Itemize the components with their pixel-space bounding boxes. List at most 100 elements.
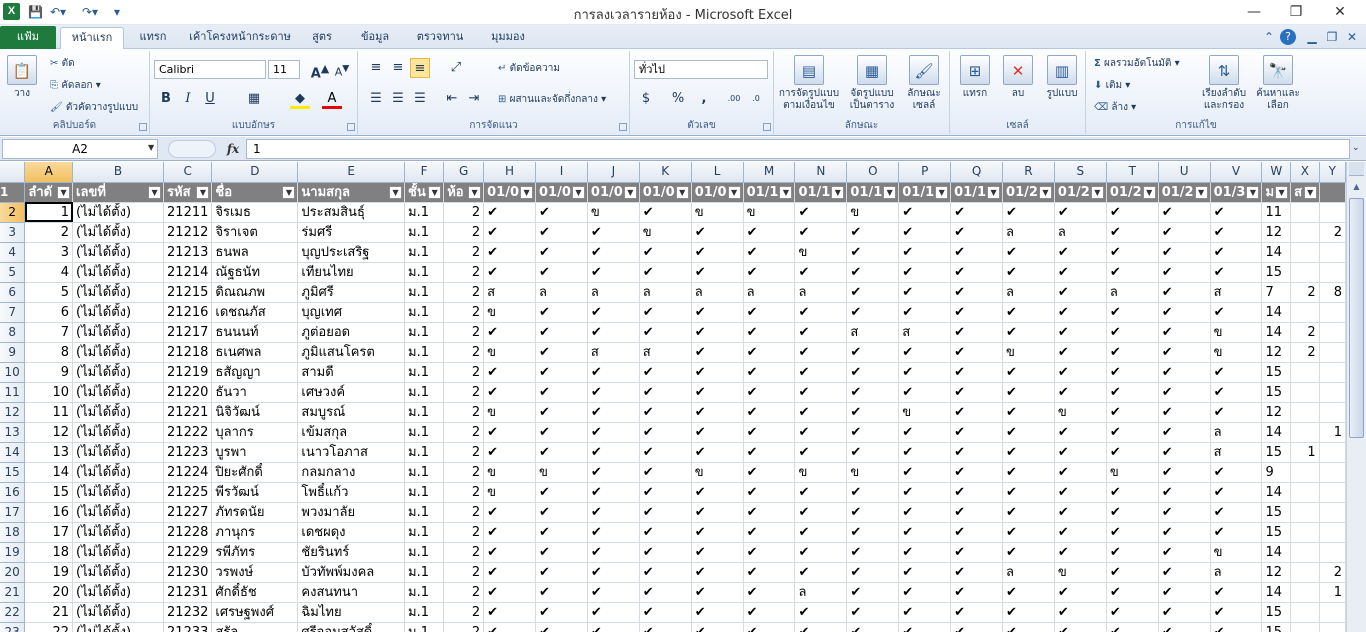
attendance-cell[interactable]: ✔ [639, 322, 692, 343]
tab-page-layout[interactable]: เค้าโครงหน้ากระดาษ [184, 27, 296, 49]
attendance-cell[interactable]: ✔ [483, 362, 537, 383]
cell[interactable]: 9 [24, 362, 74, 383]
attendance-cell[interactable]: ข [1210, 342, 1263, 363]
attendance-cell[interactable]: ล [691, 282, 744, 303]
attendance-cell[interactable]: ✔ [846, 342, 900, 363]
attendance-cell[interactable]: ✔ [587, 582, 640, 603]
table-header-cell[interactable]: 01/0 ▼ [535, 182, 588, 203]
column-header[interactable]: N [794, 162, 848, 183]
table-header-cell[interactable]: ชื่อ ▼ [211, 182, 299, 203]
attendance-cell[interactable]: ✔ [535, 542, 588, 563]
row-header[interactable]: 11 [0, 382, 26, 403]
attendance-cell[interactable]: ✔ [1158, 602, 1211, 623]
cell[interactable]: บุญเทศ [297, 302, 406, 323]
cell[interactable]: พีรวัฒน์ [211, 482, 299, 503]
attendance-cell[interactable]: ✔ [1106, 442, 1159, 463]
attendance-cell[interactable]: ✔ [535, 222, 588, 243]
attendance-cell[interactable]: ✔ [639, 542, 692, 563]
cell[interactable]: (ไม่ได้ตั้ง) [72, 462, 165, 483]
attendance-cell[interactable]: ✔ [639, 262, 692, 283]
attendance-cell[interactable]: ล [1054, 222, 1107, 243]
cell[interactable] [1319, 462, 1346, 483]
cell[interactable] [1290, 522, 1320, 543]
attendance-cell[interactable]: ✔ [1158, 202, 1211, 223]
cell[interactable]: ณัฐธนัท [211, 262, 299, 283]
attendance-cell[interactable]: ส [1210, 282, 1263, 303]
cell[interactable]: 20 [24, 582, 74, 603]
cell[interactable]: 12 [1261, 562, 1292, 583]
attendance-cell[interactable]: ✔ [1106, 542, 1159, 563]
column-header[interactable]: T [1106, 162, 1159, 183]
attendance-cell[interactable]: ✔ [950, 302, 1004, 323]
attendance-cell[interactable]: ✔ [1210, 502, 1263, 523]
attendance-cell[interactable]: ✔ [1002, 262, 1055, 283]
row-header[interactable]: 18 [0, 522, 26, 543]
cell[interactable]: เนาวโอภาส [297, 442, 406, 463]
decrease-decimal-icon[interactable]: .0 [746, 89, 766, 109]
column-header[interactable]: A [24, 162, 74, 183]
cell[interactable]: (ไม่ได้ตั้ง) [72, 202, 165, 223]
attendance-cell[interactable]: ✔ [898, 622, 952, 632]
filter-dropdown-icon[interactable]: ▼ [727, 185, 741, 199]
attendance-cell[interactable]: ✔ [483, 202, 537, 223]
attendance-cell[interactable]: ข [483, 402, 537, 423]
attendance-cell[interactable]: ✔ [535, 602, 588, 623]
cell[interactable]: ม.1 [404, 382, 445, 403]
attendance-cell[interactable]: ✔ [1210, 362, 1263, 383]
font-launcher-icon[interactable] [347, 123, 355, 131]
attendance-cell[interactable]: ส [1210, 442, 1263, 463]
attendance-cell[interactable]: ✔ [743, 622, 796, 632]
cell[interactable]: 2 [443, 562, 485, 583]
attendance-cell[interactable]: ✔ [535, 442, 588, 463]
select-all-corner[interactable] [0, 162, 26, 183]
table-header-cell[interactable]: ส ▼ [1290, 182, 1320, 203]
attendance-cell[interactable]: ✔ [743, 522, 796, 543]
cell[interactable]: บุลากร [211, 422, 299, 443]
attendance-cell[interactable]: ✔ [1158, 622, 1211, 632]
attendance-cell[interactable]: ✔ [639, 442, 692, 463]
column-header[interactable]: D [211, 162, 299, 183]
attendance-cell[interactable]: ✔ [1158, 382, 1211, 403]
cell[interactable]: 21227 [163, 502, 213, 523]
attendance-cell[interactable]: ✔ [1210, 482, 1263, 503]
cell[interactable]: 14 [1261, 582, 1292, 603]
attendance-cell[interactable]: ✔ [1210, 262, 1263, 283]
cell[interactable]: 2 [1290, 342, 1320, 363]
attendance-cell[interactable]: ✔ [483, 442, 537, 463]
increase-indent-icon[interactable]: ⇥ [464, 89, 484, 109]
cell[interactable]: (ไม่ได้ตั้ง) [72, 382, 165, 403]
column-header[interactable]: S [1054, 162, 1107, 183]
attendance-cell[interactable]: ข [743, 202, 796, 223]
attendance-cell[interactable]: ✔ [950, 342, 1004, 363]
row-header[interactable]: 1 [0, 182, 26, 203]
attendance-cell[interactable]: ✔ [950, 482, 1004, 503]
attendance-cell[interactable]: ✔ [691, 442, 744, 463]
cell[interactable]: ภูมิแสนโครต [297, 342, 406, 363]
attendance-cell[interactable]: ✔ [898, 542, 952, 563]
attendance-cell[interactable]: ✔ [483, 582, 537, 603]
column-header[interactable]: C [163, 162, 213, 183]
attendance-cell[interactable]: ✔ [535, 362, 588, 383]
attendance-cell[interactable]: ✔ [950, 602, 1004, 623]
copy-button[interactable]: ⎘ คัดลอก ▾ [50, 79, 101, 92]
cell[interactable]: 2 [443, 442, 485, 463]
attendance-cell[interactable]: ✔ [950, 222, 1004, 243]
attendance-cell[interactable]: ข [483, 302, 537, 323]
attendance-cell[interactable]: ✔ [691, 482, 744, 503]
attendance-cell[interactable]: ข [898, 402, 952, 423]
cell[interactable]: 2 [1290, 282, 1320, 303]
attendance-cell[interactable]: ✔ [1054, 322, 1107, 343]
attendance-cell[interactable]: ✔ [587, 322, 640, 343]
cell[interactable] [1290, 622, 1320, 632]
attendance-cell[interactable]: ✔ [898, 202, 952, 223]
attendance-cell[interactable]: ✔ [587, 362, 640, 383]
clear-button[interactable]: ⌫ ล้าง ▾ [1094, 101, 1136, 114]
cell[interactable]: 21221 [163, 402, 213, 423]
table-header-cell[interactable]: เลขที่ ▼ [72, 182, 165, 203]
align-left-icon[interactable]: ☰ [366, 89, 386, 109]
cell[interactable]: 4 [24, 262, 74, 283]
fill-button[interactable]: ⬇ เติม ▾ [1094, 79, 1130, 92]
cell[interactable]: 15 [1261, 262, 1292, 283]
cell[interactable]: ฉิมไทย [297, 602, 406, 623]
cell[interactable]: 21217 [163, 322, 213, 343]
